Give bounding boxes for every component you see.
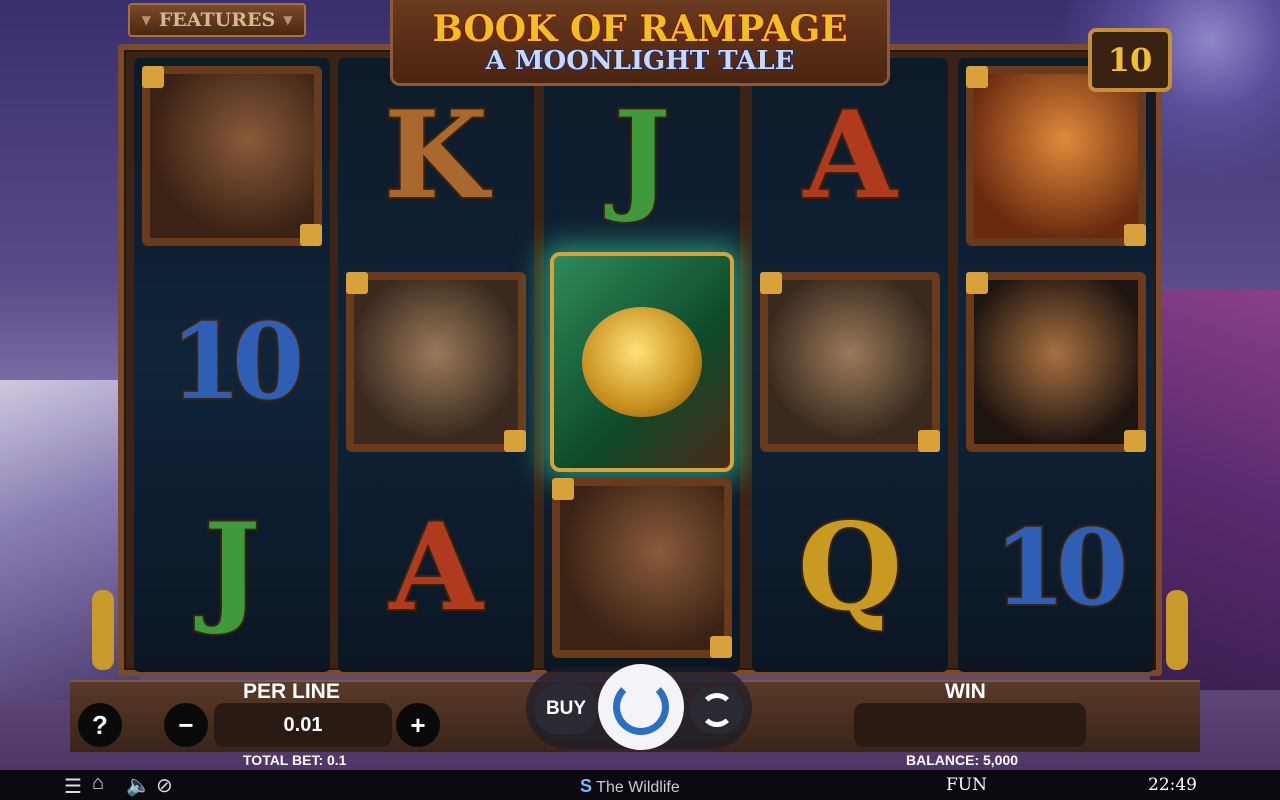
reel-1-symbol-2: 10 xyxy=(140,270,324,454)
reel-1-symbol-3: J xyxy=(140,476,324,660)
win-value xyxy=(854,703,1086,747)
sound-icon[interactable]: 🔈 xyxy=(126,773,151,798)
letter-symbol: A xyxy=(801,85,898,226)
reel-2: KA xyxy=(338,58,534,672)
letter-symbol: A xyxy=(387,497,484,638)
spin-button[interactable] xyxy=(598,664,684,750)
menu-icon[interactable]: ☰ xyxy=(64,774,82,799)
features-label: FEATURES xyxy=(158,9,276,31)
autoplay-icon xyxy=(700,693,734,727)
buy-feature-button[interactable]: BUY xyxy=(534,683,598,735)
reel-3-symbol-3 xyxy=(550,476,734,660)
multiplier-badge: 10 xyxy=(1088,28,1172,92)
snake-symbol xyxy=(966,66,1146,246)
reel-5-symbol-3: 10 xyxy=(964,476,1148,660)
letter-symbol: K xyxy=(382,85,490,226)
letter-symbol: 10 xyxy=(992,506,1131,629)
brand-s-icon: S xyxy=(580,776,593,796)
reel-1-symbol-1 xyxy=(140,64,324,248)
increase-bet-button[interactable]: + xyxy=(396,703,440,747)
balance: BALANCE: 5,000 xyxy=(906,752,1019,768)
cactus-right xyxy=(1166,590,1188,670)
bison-symbol xyxy=(966,272,1146,452)
win-label: WIN xyxy=(945,680,986,703)
letter-symbol: J xyxy=(202,497,263,638)
letter-symbol: J xyxy=(612,85,673,226)
game-title: BOOK OF RAMPAGE xyxy=(431,7,848,51)
book-scatter-symbol xyxy=(550,252,734,472)
spin-icon xyxy=(613,679,669,735)
cactus-left xyxy=(92,590,114,670)
per-line-value: 0.01 xyxy=(214,703,392,747)
per-line-label: PER LINE xyxy=(243,680,340,703)
wolf-symbol xyxy=(760,272,940,452)
reel-3-symbol-1: J xyxy=(550,64,734,248)
reel-4-symbol-1: A xyxy=(758,64,942,248)
play-mode: FUN xyxy=(946,775,987,795)
reel-4: AQ xyxy=(752,58,948,672)
game-subtitle: A MOONLIGHT TALE xyxy=(485,45,796,77)
clock: 22:49 xyxy=(1148,775,1197,795)
reel-5-symbol-2 xyxy=(964,270,1148,454)
reel-2-symbol-2 xyxy=(344,270,528,454)
horse-symbol xyxy=(552,478,732,658)
brand-name: The Wildlife xyxy=(596,779,680,796)
bison-head-icon xyxy=(582,307,702,417)
home-icon[interactable]: ⌂ xyxy=(92,772,104,795)
reel-4-symbol-2 xyxy=(758,270,942,454)
help-button[interactable]: ? xyxy=(78,703,122,747)
letter-symbol: Q xyxy=(796,497,905,638)
turbo-icon[interactable]: ⊘ xyxy=(156,773,173,798)
triangle-icon: ▼ xyxy=(141,13,151,27)
reel-1: 10 J xyxy=(134,58,330,672)
letter-symbol: 10 xyxy=(168,300,307,423)
reel-frame: 10 J K A J A Q 10 xyxy=(118,44,1162,676)
wolf-symbol xyxy=(346,272,526,452)
reel-3-symbol-2 xyxy=(550,252,734,472)
reel-5: 10 xyxy=(958,58,1154,672)
reel-4-symbol-3: Q xyxy=(758,476,942,660)
features-button[interactable]: ▼ FEATURES ▼ xyxy=(128,3,306,37)
reel-3: J xyxy=(544,58,740,672)
decrease-bet-button[interactable]: − xyxy=(164,703,208,747)
reel-2-symbol-3: A xyxy=(344,476,528,660)
autoplay-button[interactable] xyxy=(690,686,744,734)
game-logo: BOOK OF RAMPAGE A MOONLIGHT TALE xyxy=(390,0,890,86)
horse-symbol xyxy=(142,66,322,246)
triangle-icon: ▼ xyxy=(283,13,293,27)
brand-logo: S The Wildlife xyxy=(580,776,680,797)
total-bet: TOTAL BET: 0.1 xyxy=(243,752,347,768)
reel-2-symbol-1: K xyxy=(344,64,528,248)
